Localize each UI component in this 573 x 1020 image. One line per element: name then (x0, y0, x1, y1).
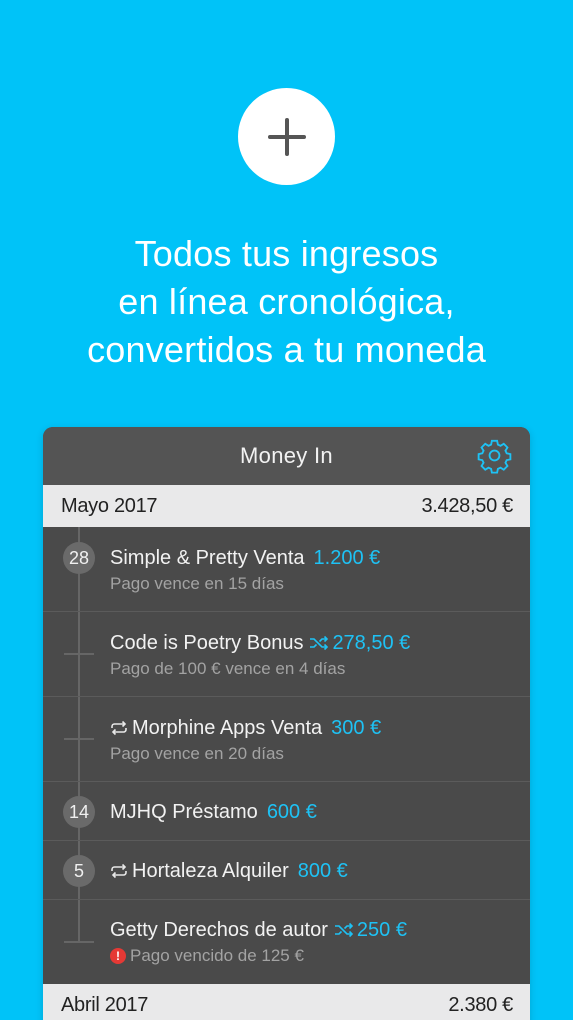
item-name: Morphine Apps Venta (132, 717, 323, 739)
timeline-tick (64, 653, 94, 655)
headline-line-2: en línea cronológica, (118, 281, 455, 322)
headline-line-1: Todos tus ingresos (134, 233, 439, 274)
month-header-mayo[interactable]: Mayo 2017 3.428,50 € (43, 485, 530, 527)
app-window: Money In Mayo 2017 3.428,50 € 28 Simple … (43, 427, 530, 1020)
add-income-button[interactable] (238, 88, 335, 185)
list-item[interactable]: Getty Derechos de autor 250 € ! Pago ven… (43, 900, 530, 984)
plus-icon (267, 117, 306, 156)
list-item[interactable]: 14 MJHQ Préstamo 600 € (43, 782, 530, 841)
item-name: Getty Derechos de autor (110, 919, 328, 941)
list-item[interactable]: Code is Poetry Bonus 278,50 € Pago de 10… (43, 612, 530, 697)
item-name: MJHQ Préstamo (110, 801, 258, 823)
settings-button[interactable] (476, 437, 513, 474)
item-note: Pago vence en 20 días (110, 744, 284, 763)
item-note: Pago de 100 € vence en 4 días (110, 659, 346, 678)
shuffle-icon (334, 922, 354, 938)
item-amount: 278,50 € (332, 632, 411, 654)
list-item[interactable]: 28 Simple & Pretty Venta 1.200 € Pago ve… (43, 527, 530, 612)
item-amount: 800 € (297, 860, 348, 882)
income-list: 28 Simple & Pretty Venta 1.200 € Pago ve… (43, 527, 530, 984)
app-header: Money In (43, 427, 530, 485)
item-name: Code is Poetry Bonus (110, 632, 304, 654)
shuffle-icon (309, 635, 329, 651)
repeat-icon (110, 863, 128, 879)
item-name: Hortaleza Alquiler (132, 860, 289, 882)
day-badge: 28 (63, 542, 95, 574)
month-label: Mayo 2017 (61, 494, 158, 517)
month-total: 2.380 € (448, 993, 513, 1016)
timeline-tick (64, 738, 94, 740)
item-note: Pago vencido de 125 € (130, 946, 304, 965)
month-header-abril[interactable]: Abril 2017 2.380 € (43, 984, 530, 1020)
alert-icon: ! (110, 948, 126, 964)
day-badge: 14 (63, 796, 95, 828)
app-title: Money In (240, 443, 333, 468)
list-item[interactable]: 5 Hortaleza Alquiler 800 € (43, 841, 530, 900)
month-label: Abril 2017 (61, 993, 149, 1016)
day-badge: 5 (63, 855, 95, 887)
repeat-icon (110, 720, 128, 736)
list-item[interactable]: Morphine Apps Venta 300 € Pago vence en … (43, 697, 530, 782)
headline: Todos tus ingresos en línea cronológica,… (0, 230, 573, 374)
item-note: Pago vence en 15 días (110, 574, 284, 593)
item-amount: 250 € (356, 919, 407, 941)
item-amount: 300 € (331, 717, 382, 739)
headline-line-3: convertidos a tu moneda (87, 329, 486, 370)
gear-icon (477, 439, 512, 474)
item-amount: 600 € (266, 801, 317, 823)
item-name: Simple & Pretty Venta (110, 547, 305, 569)
month-total: 3.428,50 € (421, 494, 513, 517)
item-amount: 1.200 € (313, 547, 381, 569)
timeline-tick (64, 941, 94, 943)
